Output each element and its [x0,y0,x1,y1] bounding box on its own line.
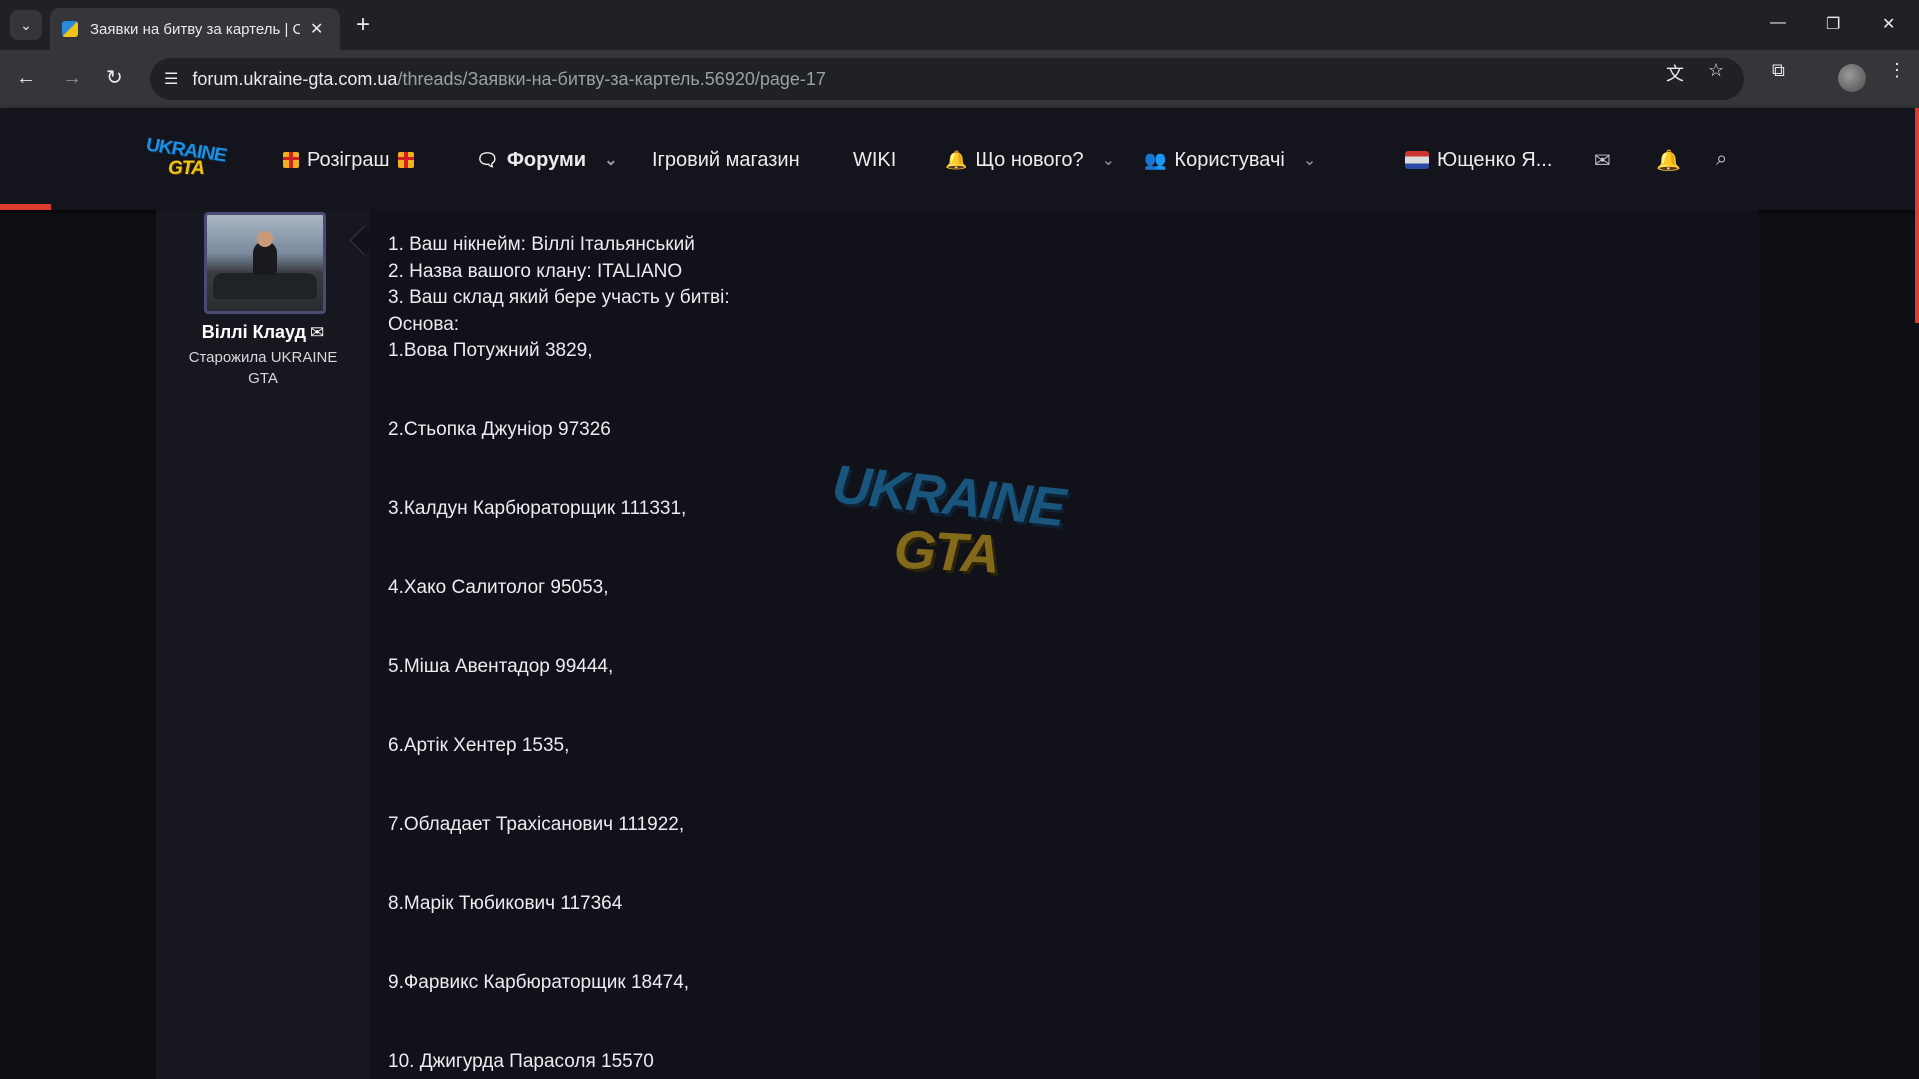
chevron-down-icon[interactable]: ⌄ [1102,150,1115,170]
gift-icon [397,152,414,168]
author-name: Віллі Клауд [201,322,307,342]
nav-whats-new[interactable]: 🔔 Що нового? ⌄ [945,145,1115,175]
tab-title: Заявки на битву за картель | С [90,20,300,38]
post-line: 2. Назва вашого клану: ITALIANO [388,260,683,282]
browser-tabstrip: ⌄ Заявки на битву за картель | С ✕ + — ❐… [0,0,1919,50]
logo-text-gta: GTA [168,158,205,179]
roster-item: 8.Марік Тюбикович 117364 [388,893,623,914]
url-path: /threads/Заявки-на-битву-за-картель.5692… [397,68,826,89]
roster-item: 3.Калдун Карбюраторщик 111331, [388,498,687,519]
browser-tab-active[interactable]: Заявки на битву за картель | С ✕ [50,8,340,50]
nav-wiki[interactable]: WIKI [853,145,896,175]
author-user-title: Старожила UKRAINE GTA [188,349,338,387]
roster-item: 4.Хако Салитолог 95053, [388,577,609,598]
author-avatar[interactable] [204,212,326,314]
bell-icon[interactable]: 🔔 [1656,148,1681,173]
nav-giveaway-label: Розіграш [307,148,390,171]
chevron-down-icon[interactable]: ⌄ [604,150,617,170]
new-tab-button[interactable]: + [356,13,370,37]
nav-giveaway[interactable]: Розіграш [283,145,414,175]
bookmark-star-icon[interactable]: ☆ [1708,60,1724,81]
nav-shop[interactable]: Ігровий магазин [652,145,800,175]
avatar-car [213,273,317,299]
roster-item: 9.Фарвикс Карбюраторщик 18474, [388,972,690,993]
roster-item: 2.Стьопка Джуніор 97326 [388,419,611,440]
forward-icon[interactable]: → [62,66,82,90]
account-menu[interactable]: Ющенко Я... [1405,145,1552,175]
gift-icon [283,152,299,168]
user-avatar [1405,151,1429,169]
current-user-name: Ющенко Я... [1437,148,1553,171]
nav-members-label: Користувачі [1174,148,1285,171]
nav-members[interactable]: 👥 Користувачі ⌄ [1144,145,1316,175]
minimize-button[interactable]: — [1770,14,1786,32]
tab-close-icon[interactable]: ✕ [310,19,323,39]
tab-search-button[interactable]: ⌄ [10,10,42,40]
restore-button[interactable]: ❐ [1826,14,1840,34]
reload-icon[interactable]: ↻ [106,66,123,90]
page-progress-bar [0,204,51,210]
site-favicon-icon [62,21,78,37]
kebab-menu-icon[interactable]: ⋮ [1888,60,1906,81]
roster-item: 10. Джигурда Парасоля 15570 [388,1051,654,1072]
site-info-icon[interactable]: ☰ [164,69,178,89]
address-bar[interactable]: ☰ forum.ukraine-gta.com.ua/threads/Заявк… [150,58,1744,100]
roster-item: 5.Міша Авентадор 99444, [388,656,614,677]
nav-forums[interactable]: 🗨 Форуми ⌄ [476,145,617,175]
nav-forums-label: Форуми [506,148,587,171]
envelope-icon[interactable]: ✉ [310,323,324,342]
search-icon[interactable]: ⌕ [1716,148,1727,171]
avatar-head [257,231,273,247]
roster-item: 6.Артік Хентер 1535, [388,735,570,756]
scrollbar-thumb[interactable] [1915,108,1919,323]
users-icon: 👥 [1144,149,1167,170]
roster-item: 1.Вова Потужний 3829, [388,340,593,361]
post-content: 1. Ваш нікнейм: Віллі Італьянський 2. На… [388,232,1688,1076]
url-host: forum.ukraine-gta.com.ua [192,68,398,89]
nav-shop-label: Ігровий магазин [652,148,800,171]
post-line: 1. Ваш нікнейм: Віллі Італьянський [388,234,695,255]
extensions-puzzle-icon[interactable]: ⧉ [1772,60,1785,81]
close-window-button[interactable]: ✕ [1882,14,1895,34]
browser-toolbar: ← → ↻ ☰ forum.ukraine-gta.com.ua/threads… [0,50,1919,108]
envelope-icon[interactable]: ✉ [1594,148,1611,173]
profile-avatar-icon[interactable] [1838,64,1866,92]
chevron-down-icon: ⌄ [20,16,32,33]
nav-whats-new-label: Що нового? [975,148,1084,171]
author-username[interactable]: Віллі Клауд ✉ [156,322,370,343]
site-logo[interactable]: UKRAINE GTA [146,134,226,184]
nav-wiki-label: WIKI [853,148,897,171]
url-text[interactable]: forum.ukraine-gta.com.ua/threads/Заявки-… [192,69,826,90]
chat-bubble-icon: 🗨 [476,149,499,170]
roster-item: 7.Обладает Трахісанович 111922, [388,814,685,835]
post-line: Основа: [388,313,460,335]
bell-icon: 🔔 [945,149,968,170]
post-line: 3. Ваш склад який бере участь у битві: [388,287,730,308]
chevron-down-icon[interactable]: ⌄ [1303,150,1316,170]
translate-icon[interactable]: ⽂ [1666,60,1684,86]
back-icon[interactable]: ← [16,66,36,90]
